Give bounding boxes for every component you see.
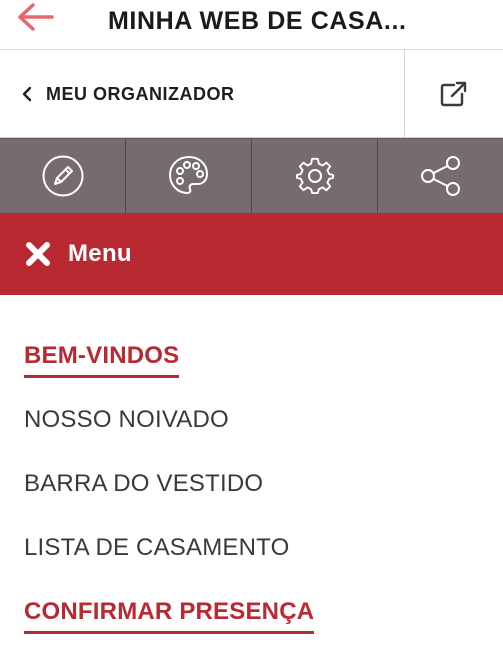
nav-item-bem-vindos[interactable]: BEM-VINDOS bbox=[24, 341, 503, 405]
menu-toggle[interactable]: Menu bbox=[0, 213, 503, 295]
editor-toolbar bbox=[0, 138, 503, 213]
nav-item-lista-de-casamento[interactable]: LISTA DE CASAMENTO bbox=[24, 533, 503, 597]
nav-item-label: LISTA DE CASAMENTO bbox=[24, 534, 290, 561]
share-button[interactable] bbox=[378, 139, 503, 213]
external-link-icon bbox=[440, 81, 467, 107]
menu-label: Menu bbox=[68, 240, 132, 267]
my-organizer-link[interactable]: MEU ORGANIZADOR bbox=[22, 50, 235, 138]
organizer-bar: MEU ORGANIZADOR bbox=[0, 50, 503, 138]
top-bar: MINHA WEB DE CASA... bbox=[0, 0, 503, 50]
nav-item-label: NOSSO NOIVADO bbox=[24, 406, 229, 433]
nav-item-nosso-noivado[interactable]: NOSSO NOIVADO bbox=[24, 405, 503, 469]
nav-item-label: BEM-VINDOS bbox=[24, 341, 180, 378]
nav-item-label: BARRA DO VESTIDO bbox=[24, 470, 264, 497]
edit-button[interactable] bbox=[0, 139, 126, 213]
palette-icon bbox=[168, 156, 208, 194]
app-title: MINHA WEB DE CASA... bbox=[108, 7, 407, 35]
design-button[interactable] bbox=[126, 139, 252, 213]
open-external-button[interactable] bbox=[405, 50, 503, 138]
my-organizer-label: MEU ORGANIZADOR bbox=[46, 83, 235, 104]
pencil-icon bbox=[42, 155, 83, 197]
back-button[interactable] bbox=[16, 0, 56, 34]
nav-item-label: CONFIRMAR PRESENÇA bbox=[24, 597, 315, 634]
settings-button[interactable] bbox=[252, 139, 378, 213]
share-icon bbox=[420, 156, 460, 196]
close-icon bbox=[26, 242, 50, 266]
nav-item-confirmar-presenca[interactable]: CONFIRMAR PRESENÇA bbox=[24, 597, 503, 650]
chevron-left-icon bbox=[22, 86, 32, 102]
gear-icon bbox=[295, 157, 334, 195]
arrow-left-icon bbox=[18, 3, 54, 31]
nav-item-barra-do-vestido[interactable]: BARRA DO VESTIDO bbox=[24, 469, 503, 533]
site-nav: BEM-VINDOS NOSSO NOIVADO BARRA DO VESTID… bbox=[0, 295, 503, 650]
